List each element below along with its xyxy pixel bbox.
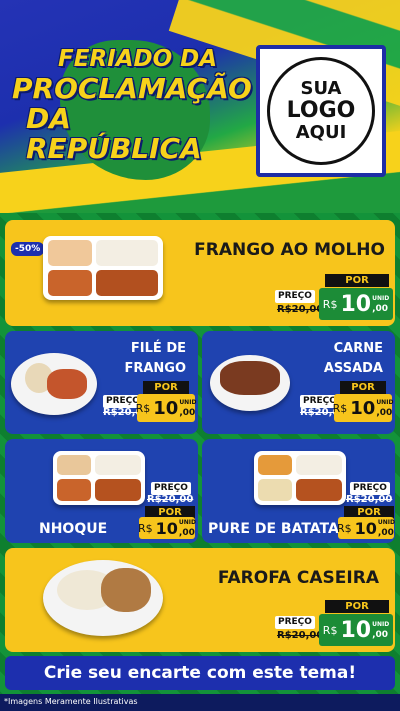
product-name-1: FILÉ DE bbox=[130, 341, 186, 356]
title-line-3: DA REPÚBLICA bbox=[26, 102, 202, 165]
price-tag: POR PREÇO R$20,00 R$ 10 UNID ,00 bbox=[275, 274, 393, 322]
currency: R$ bbox=[322, 297, 338, 311]
price-int: 10 bbox=[340, 291, 372, 317]
product-card-farofa-caseira[interactable]: FAROFA CASEIRA POR PREÇO R$20,00 R$ 10 U… bbox=[5, 548, 395, 652]
price-int: 10 bbox=[155, 518, 178, 538]
food-image bbox=[43, 236, 163, 300]
por-label: POR bbox=[325, 274, 389, 287]
create-flyer-button[interactable]: Crie seu encarte com este tema! bbox=[5, 656, 395, 690]
product-name: FILÉ DE FRANGO bbox=[124, 339, 186, 379]
por-label: POR bbox=[143, 381, 189, 394]
logo-text-1: SUA bbox=[300, 78, 342, 99]
product-card-pure-de-batata[interactable]: PURE DE BATATA PREÇO R$20,00 POR R$ 10 U… bbox=[202, 439, 395, 543]
product-name: NHOQUE bbox=[39, 521, 108, 537]
product-name: FAROFA CASEIRA bbox=[217, 568, 379, 588]
price-cents: ,00 bbox=[377, 528, 394, 538]
price-tag: POR PREÇO R$20,00 R$ 10 UNID ,00 bbox=[101, 381, 197, 427]
por-label: POR bbox=[340, 381, 386, 394]
current-price: R$ 10 UNID ,00 bbox=[319, 288, 393, 320]
food-image bbox=[53, 451, 145, 505]
price-tag: PREÇO R$20,00 POR R$ 10 UNID ,00 bbox=[336, 479, 395, 539]
old-price: R$20,00 bbox=[277, 304, 324, 315]
product-card-frango-ao-molho[interactable]: -50% FRANGO AO MOLHO POR PREÇO R$20,00 R… bbox=[5, 220, 395, 326]
food-image bbox=[43, 560, 163, 636]
product-card-nhoque[interactable]: NHOQUE PREÇO R$20,00 POR R$ 10 UNID ,00 bbox=[5, 439, 198, 543]
old-price: R$20,00 bbox=[346, 494, 393, 505]
price-int: 10 bbox=[340, 617, 372, 643]
product-name: PURE DE BATATA bbox=[208, 521, 339, 537]
price-cents: ,00 bbox=[372, 304, 389, 314]
current-price: R$ 10 UNID ,00 bbox=[319, 614, 393, 646]
title-line-2: PROCLAMAÇÃO bbox=[12, 72, 252, 105]
old-price: R$20,00 bbox=[147, 494, 194, 505]
product-name: CARNE ASSADA bbox=[324, 339, 383, 379]
price-int: 10 bbox=[350, 397, 376, 419]
price-tag: POR PREÇO R$20,00 R$ 10 UNID ,00 bbox=[298, 381, 394, 427]
currency: R$ bbox=[135, 401, 151, 415]
price-int: 10 bbox=[354, 518, 377, 538]
product-name-1: CARNE bbox=[333, 341, 383, 356]
logo-placeholder[interactable]: SUA LOGO AQUI bbox=[256, 45, 386, 177]
old-price: R$20,00 bbox=[277, 630, 324, 641]
preco-label: PREÇO bbox=[275, 616, 315, 629]
currency: R$ bbox=[322, 623, 338, 637]
price-cents: ,00 bbox=[372, 630, 389, 640]
product-name-2: ASSADA bbox=[323, 361, 383, 376]
food-image bbox=[254, 451, 346, 505]
current-price: R$ 10 UNID ,00 bbox=[336, 517, 395, 539]
currency: R$ bbox=[137, 521, 153, 535]
current-price: R$ 10 UNID ,00 bbox=[137, 517, 197, 539]
unit: UNID bbox=[377, 519, 395, 526]
discount-badge: -50% bbox=[11, 242, 45, 256]
price-cents: ,00 bbox=[376, 408, 393, 418]
unit: UNID bbox=[372, 621, 390, 628]
title-line-1: FERIADO DA bbox=[58, 46, 218, 72]
food-image bbox=[210, 355, 290, 411]
logo-text-2: LOGO bbox=[286, 98, 356, 123]
product-name: FRANGO AO MOLHO bbox=[194, 240, 385, 260]
currency: R$ bbox=[336, 521, 352, 535]
preco-label: PREÇO bbox=[275, 290, 315, 303]
current-price: R$ 10 UNID ,00 bbox=[332, 394, 394, 422]
footnote: *Imagens Meramente Ilustrativas bbox=[0, 694, 400, 711]
page-title: FERIADO DA PROCLAMAÇÃO DA REPÚBLICA bbox=[12, 44, 252, 164]
header-banner: FERIADO DA PROCLAMAÇÃO DA REPÚBLICA SUA … bbox=[0, 0, 400, 213]
unit: UNID bbox=[179, 399, 197, 406]
price-cents: ,00 bbox=[179, 408, 196, 418]
unit: UNID bbox=[178, 519, 197, 526]
product-name-2: FRANGO bbox=[124, 361, 186, 376]
unit: UNID bbox=[376, 399, 394, 406]
price-tag: POR PREÇO R$20,00 R$ 10 UNID ,00 bbox=[275, 600, 393, 648]
unit: UNID bbox=[372, 295, 390, 302]
food-image bbox=[11, 353, 97, 415]
product-card-file-de-frango[interactable]: FILÉ DE FRANGO POR PREÇO R$20,00 R$ 10 U… bbox=[5, 331, 198, 434]
price-int: 10 bbox=[153, 397, 179, 419]
logo-text-3: AQUI bbox=[295, 122, 347, 143]
price-cents: ,00 bbox=[178, 528, 195, 538]
current-price: R$ 10 UNID ,00 bbox=[135, 394, 197, 422]
currency: R$ bbox=[332, 401, 348, 415]
logo-circle: SUA LOGO AQUI bbox=[267, 57, 375, 165]
por-label: POR bbox=[325, 600, 389, 613]
price-tag: PREÇO R$20,00 POR R$ 10 UNID ,00 bbox=[137, 479, 197, 539]
product-card-carne-assada[interactable]: CARNE ASSADA POR PREÇO R$20,00 R$ 10 UNI… bbox=[202, 331, 395, 434]
